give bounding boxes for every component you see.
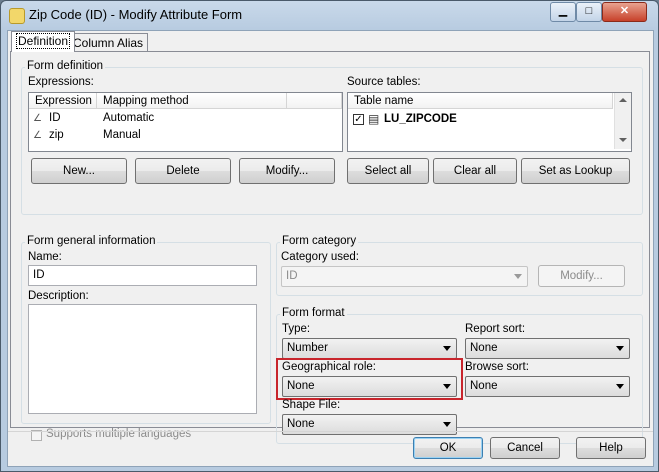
chevron-down-icon (514, 274, 522, 279)
dialog-window: Zip Code (ID) - Modify Attribute Form ▁ … (0, 0, 659, 472)
browse-sort-label: Browse sort: (465, 361, 529, 373)
expressions-list[interactable]: Expression Mapping method ∠ ID Automatic… (28, 92, 343, 152)
chevron-down-icon (616, 384, 624, 389)
report-sort-select[interactable]: None (465, 338, 630, 359)
type-label: Type: (282, 323, 311, 335)
footer-divider (8, 431, 653, 432)
form-definition-label: Form definition (25, 60, 106, 72)
expr-mapping: Automatic (103, 112, 155, 124)
minimize-icon: ▁ (558, 5, 568, 17)
name-label: Name: (28, 251, 62, 263)
expr-col-filler (287, 93, 342, 109)
chevron-down-icon (443, 384, 451, 389)
form-format-label: Form format (280, 307, 347, 319)
maximize-icon: □ (585, 5, 593, 17)
geo-role-value: None (287, 380, 315, 392)
tab-column-alias[interactable]: Column Alias (68, 33, 149, 52)
close-icon: ✕ (619, 5, 630, 17)
browse-sort-select[interactable]: None (465, 376, 630, 397)
form-category-label: Form category (280, 235, 359, 247)
clear-all-button[interactable]: Clear all (433, 158, 517, 184)
category-used-select[interactable]: ID (281, 266, 528, 287)
app-icon (9, 8, 25, 24)
maximize-button[interactable]: □ (576, 2, 602, 22)
tab-definition-label: Definition (16, 33, 71, 49)
expr-col-expression[interactable]: Expression (29, 93, 97, 109)
expressions-label: Expressions: (28, 76, 94, 88)
list-item[interactable]: ✓ ▤ LU_ZIPCODE (348, 111, 613, 128)
source-tables-list[interactable]: Table name ✓ ▤ LU_ZIPCODE (347, 92, 632, 152)
report-sort-value: None (470, 342, 498, 354)
table-col-name[interactable]: Table name (348, 93, 613, 109)
table-row[interactable]: ∠ zip Manual (29, 127, 342, 144)
shape-file-label: Shape File: (282, 399, 341, 411)
chevron-down-icon (616, 346, 624, 351)
window-title: Zip Code (ID) - Modify Attribute Form (29, 7, 243, 22)
chevron-down-icon (443, 346, 451, 351)
select-all-button[interactable]: Select all (347, 158, 429, 184)
report-sort-label: Report sort: (465, 323, 526, 335)
shape-file-value: None (287, 418, 315, 430)
expr-name: ID (49, 112, 61, 124)
expr-col-mapping[interactable]: Mapping method (97, 93, 287, 109)
expression-icon: ∠ (33, 113, 42, 124)
tab-definition[interactable]: Definition (11, 31, 76, 52)
description-label: Description: (28, 290, 89, 302)
table-row[interactable]: ∠ ID Automatic (29, 110, 342, 127)
ok-button[interactable]: OK (413, 437, 483, 459)
source-tables-label: Source tables: (347, 76, 421, 88)
new-button[interactable]: New... (31, 158, 127, 184)
geo-role-select[interactable]: None (282, 376, 457, 397)
chevron-down-icon (443, 422, 451, 427)
close-button[interactable]: ✕ (602, 2, 647, 22)
category-used-label: Category used: (281, 251, 359, 263)
help-button[interactable]: Help (576, 437, 646, 459)
category-modify-button[interactable]: Modify... (538, 265, 625, 287)
tab-column-alias-label: Column Alias (73, 36, 144, 50)
table-name: LU_ZIPCODE (384, 113, 457, 125)
description-field[interactable] (28, 304, 257, 414)
geo-role-label: Geographical role: (282, 361, 376, 373)
browse-sort-value: None (470, 380, 498, 392)
title-bar[interactable]: Zip Code (ID) - Modify Attribute Form ▁ … (1, 1, 658, 29)
tab-panel-definition: Form definition Expressions: Expression … (10, 51, 650, 444)
delete-button[interactable]: Delete (135, 158, 231, 184)
cancel-button[interactable]: Cancel (490, 437, 560, 459)
type-value: Number (287, 342, 328, 354)
table-icon: ▤ (368, 112, 380, 126)
type-select[interactable]: Number (282, 338, 457, 359)
scroll-down-icon[interactable] (619, 138, 627, 142)
category-used-value: ID (286, 270, 298, 282)
general-info-label: Form general information (25, 235, 158, 247)
dialog-client: Definition Column Alias Form definition … (7, 30, 654, 467)
expr-name: zip (49, 129, 64, 141)
multilang-label: Supports multiple languages (46, 428, 192, 440)
modify-expression-button[interactable]: Modify... (239, 158, 335, 184)
minimize-button[interactable]: ▁ (550, 2, 576, 22)
tables-scrollbar[interactable] (614, 93, 631, 149)
name-field[interactable]: ID (28, 265, 257, 286)
expr-mapping: Manual (103, 129, 141, 141)
table-checkbox[interactable]: ✓ (353, 114, 364, 125)
expression-icon: ∠ (33, 130, 42, 141)
scroll-up-icon[interactable] (619, 98, 627, 102)
set-as-lookup-button[interactable]: Set as Lookup (521, 158, 630, 184)
